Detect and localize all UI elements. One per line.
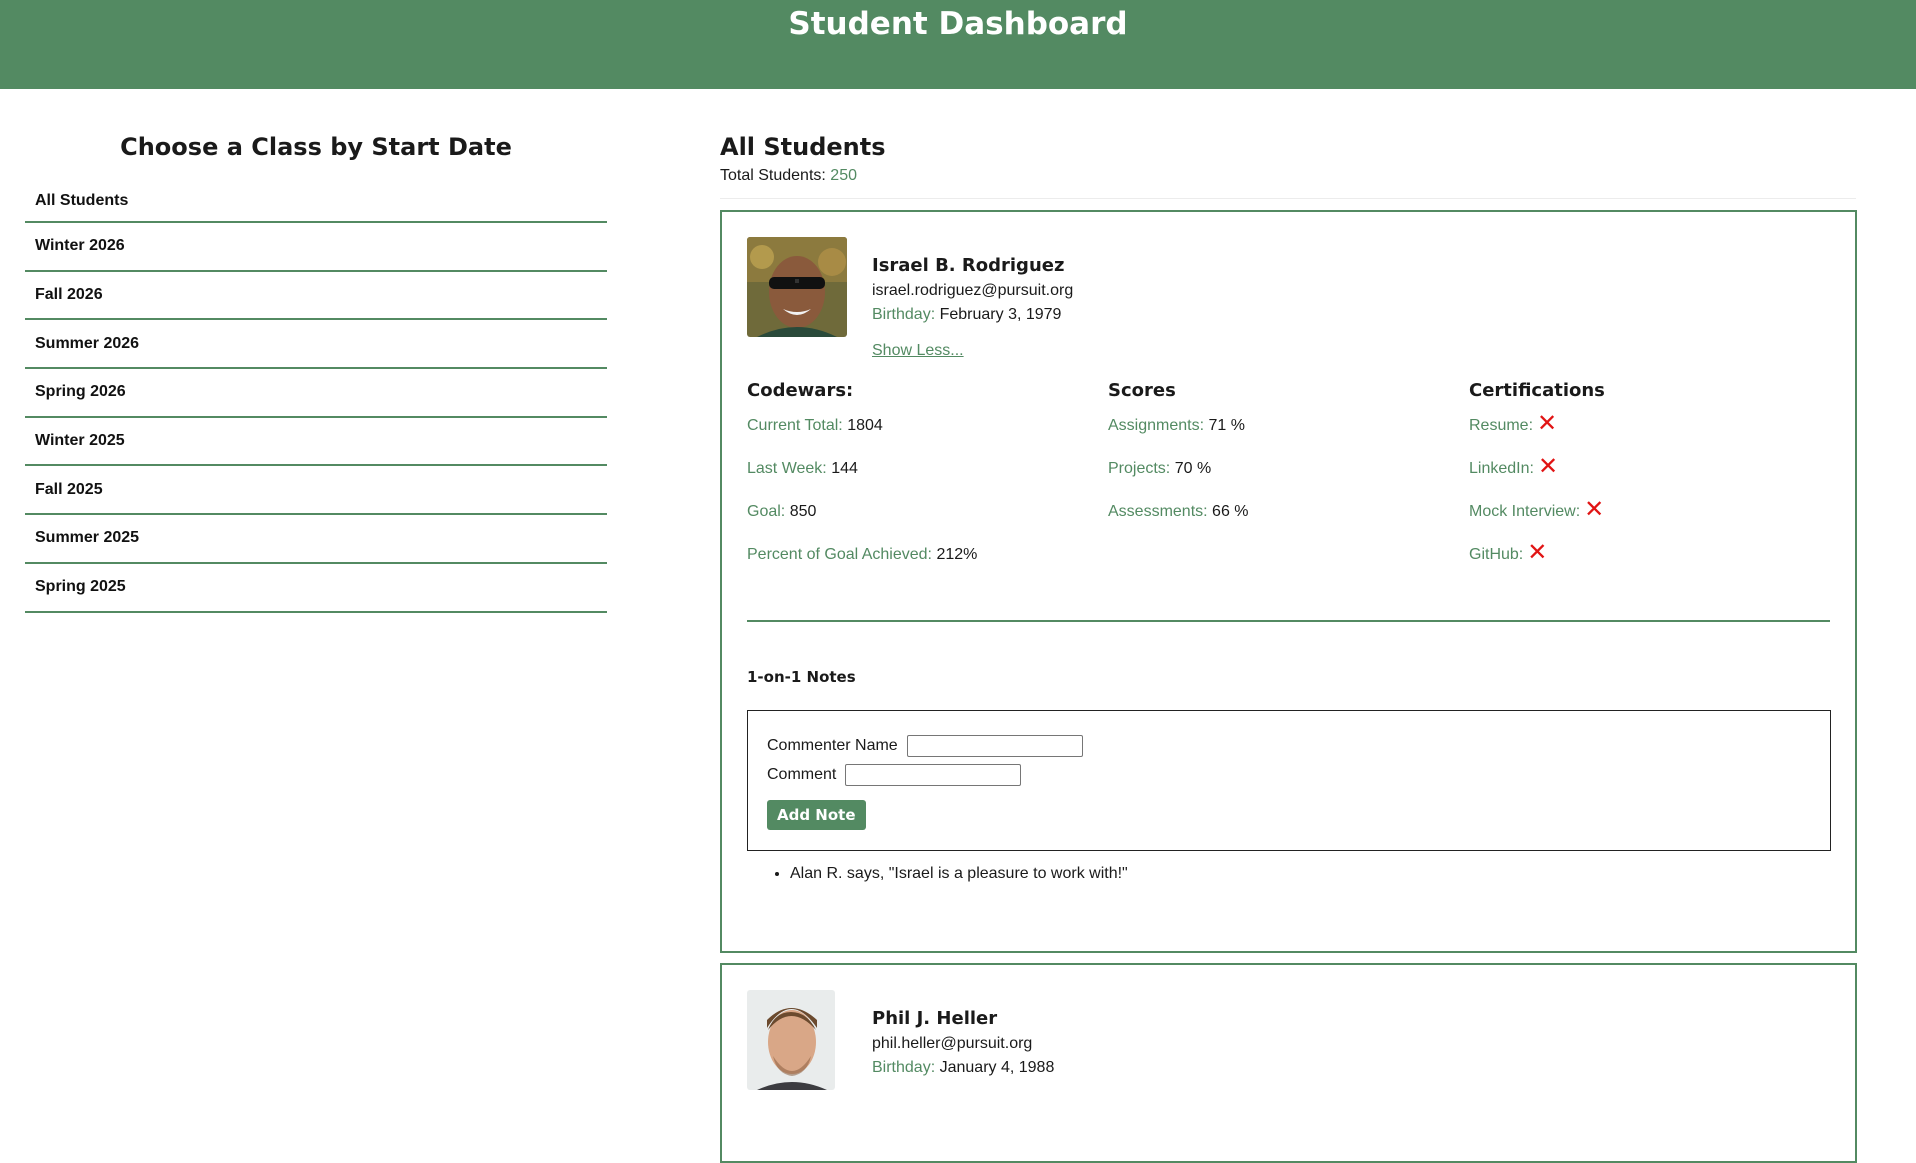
percent-value: 212%: [936, 546, 978, 563]
sidebar-item-spring-2025[interactable]: Spring 2025: [25, 564, 607, 613]
avatar: [747, 990, 835, 1090]
assessments-value: 66 %: [1212, 503, 1249, 520]
github-label: GitHub:: [1469, 546, 1524, 563]
codewars-last-week: Last Week: 144: [747, 459, 1077, 502]
sidebar-item-label: Spring 2026: [35, 383, 126, 401]
total-students: Total Students: 250: [720, 166, 1858, 186]
sidebar-item-spring-2026[interactable]: Spring 2026: [25, 369, 607, 418]
section-divider: [747, 620, 1830, 622]
class-sidebar: Choose a Class by Start Date All Student…: [25, 128, 607, 613]
student-birthday: Birthday: January 4, 1988: [872, 1058, 1054, 1078]
scores-projects: Projects: 70 %: [1108, 459, 1438, 502]
student-name: Israel B. Rodriguez: [872, 255, 1065, 276]
x-mark-icon: ✕: [1527, 539, 1548, 566]
scores-title: Scores: [1108, 380, 1176, 401]
commenter-row: Commenter Name: [767, 735, 1083, 757]
scores-assignments: Assignments: 71 %: [1108, 416, 1438, 459]
codewars-section: Codewars: Current Total: 1804 Last Week:…: [747, 380, 1077, 588]
student-birthday: Birthday: February 3, 1979: [872, 305, 1061, 325]
commenter-name-input[interactable]: [906, 735, 1083, 757]
percent-label: Percent of Goal Achieved:: [747, 546, 932, 563]
avatar: [747, 237, 847, 337]
projects-value: 70 %: [1174, 460, 1212, 477]
add-note-form: Commenter Name Comment Add Note: [747, 710, 1831, 851]
current-total-label: Current Total:: [747, 417, 843, 434]
scores-assessments: Assessments: 66 %: [1108, 502, 1438, 545]
add-note-button[interactable]: Add Note: [767, 800, 866, 830]
divider: [720, 198, 1856, 199]
projects-label: Projects:: [1108, 460, 1171, 477]
certifications-section: Certifications Resume: ✕ LinkedIn: ✕ Mock …: [1469, 380, 1799, 588]
sidebar-item-label: Winter 2025: [35, 432, 125, 450]
sidebar-item-summer-2026[interactable]: Summer 2026: [25, 320, 607, 370]
sidebar-item-winter-2025[interactable]: Winter 2025: [25, 418, 607, 467]
class-list: All Students Winter 2026 Fall 2026 Summe…: [25, 180, 607, 613]
sidebar-item-label: All Students: [35, 191, 129, 209]
sidebar-title: Choose a Class by Start Date: [120, 133, 512, 161]
section-title: All Students: [720, 133, 886, 161]
sidebar-item-label: Winter 2026: [35, 237, 125, 255]
goal-value: 850: [789, 503, 817, 520]
current-total-value: 1804: [847, 417, 883, 434]
cert-github: GitHub: ✕: [1469, 539, 1799, 588]
sidebar-item-summer-2025[interactable]: Summer 2025: [25, 515, 607, 564]
sidebar-item-all-students[interactable]: All Students: [25, 180, 607, 223]
notes-title: 1-on-1 Notes: [747, 668, 856, 686]
sidebar-item-label: Fall 2026: [35, 286, 103, 304]
birthday-label: Birthday:: [872, 1059, 940, 1076]
show-less-link[interactable]: Show Less...: [872, 342, 964, 360]
commenter-name-label: Commenter Name: [767, 737, 898, 754]
comment-row: Comment: [767, 764, 1022, 786]
comment-list: Alan R. says, "Israel is a pleasure to w…: [765, 864, 1128, 884]
sidebar-item-label: Fall 2025: [35, 480, 103, 498]
x-mark-icon: ✕: [1584, 496, 1605, 523]
x-mark-icon: ✕: [1537, 453, 1559, 480]
list-item: Alan R. says, "Israel is a pleasure to w…: [790, 864, 1128, 884]
goal-label: Goal:: [747, 503, 786, 520]
student-name: Phil J. Heller: [872, 1008, 998, 1029]
assessments-label: Assessments:: [1108, 503, 1208, 520]
linkedin-label: LinkedIn:: [1469, 460, 1534, 477]
cert-linkedin: LinkedIn: ✕: [1469, 453, 1799, 502]
app-header: Student Dashboard: [0, 0, 1916, 89]
mock-interview-label: Mock Interview:: [1469, 503, 1581, 520]
total-students-label: Total Students:: [720, 167, 831, 184]
student-email: phil.heller@pursuit.org: [872, 1035, 1033, 1052]
last-week-label: Last Week:: [747, 460, 827, 477]
student-card: Phil J. Heller phil.heller@pursuit.org B…: [720, 963, 1857, 1163]
sidebar-item-fall-2026[interactable]: Fall 2026: [25, 272, 607, 321]
certifications-title: Certifications: [1469, 380, 1605, 401]
sidebar-item-label: Summer 2026: [35, 334, 140, 352]
birthday-label: Birthday:: [872, 306, 940, 323]
comment-input[interactable]: [845, 764, 1022, 786]
assignments-label: Assignments:: [1108, 417, 1205, 434]
comment-label: Comment: [767, 766, 837, 783]
sidebar-item-fall-2025[interactable]: Fall 2025: [25, 466, 607, 516]
student-card: Israel B. Rodriguez israel.rodriguez@pur…: [720, 210, 1857, 953]
x-mark-icon: ✕: [1537, 410, 1558, 437]
scores-section: Scores Assignments: 71 % Projects: 70 % …: [1108, 380, 1438, 545]
total-students-count: 250: [830, 167, 857, 184]
codewars-goal: Goal: 850: [747, 502, 1077, 545]
codewars-current-total: Current Total: 1804: [747, 416, 1077, 459]
birthday-value: January 4, 1988: [939, 1059, 1055, 1076]
cert-mock-interview: Mock Interview: ✕: [1469, 496, 1799, 545]
student-email: israel.rodriguez@pursuit.org: [872, 282, 1074, 299]
resume-label: Resume:: [1469, 417, 1534, 434]
sidebar-item-label: Spring 2025: [35, 578, 126, 596]
sidebar-item-label: Summer 2025: [35, 529, 140, 547]
student-list-header: All Students Total Students: 250: [720, 128, 1858, 199]
page-title: Student Dashboard: [788, 6, 1128, 42]
last-week-value: 144: [831, 460, 858, 477]
codewars-title: Codewars:: [747, 380, 854, 401]
birthday-value: February 3, 1979: [939, 306, 1062, 323]
cert-resume: Resume: ✕: [1469, 410, 1799, 459]
codewars-percent: Percent of Goal Achieved: 212%: [747, 545, 1077, 588]
assignments-value: 71 %: [1208, 417, 1245, 434]
sidebar-item-winter-2026[interactable]: Winter 2026: [25, 223, 607, 272]
